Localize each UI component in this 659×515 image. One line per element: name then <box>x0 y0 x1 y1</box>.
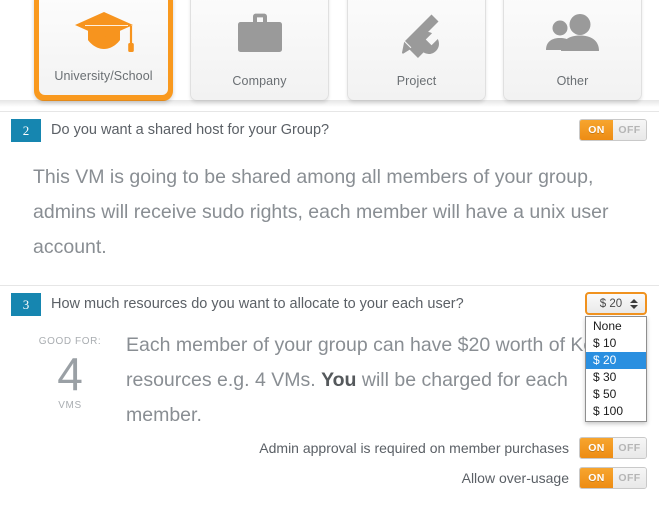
section-resource-allocation: 3 How much resources do you want to allo… <box>0 285 659 493</box>
section-3-header: 3 How much resources do you want to allo… <box>0 286 659 322</box>
resource-summary: GOOD FOR: 4 VMS Each member of your grou… <box>0 322 659 433</box>
resource-allocation-select[interactable]: $ 20 <box>585 292 647 315</box>
over-usage-label: Allow over-usage <box>461 470 569 486</box>
section-3-question: How much resources do you want to alloca… <box>51 296 464 312</box>
select-option[interactable]: $ 50 <box>586 386 646 403</box>
section-2-header: 2 Do you want a shared host for your Gro… <box>0 112 659 148</box>
resource-allocation-option-list[interactable]: None $ 10 $ 20 $ 30 $ 50 $ 100 <box>585 316 647 422</box>
shared-host-description: This VM is going to be shared among all … <box>33 166 609 258</box>
admin-approval-row: Admin approval is required on member pur… <box>0 433 659 463</box>
section-shared-host: 2 Do you want a shared host for your Gro… <box>0 111 659 285</box>
card-inner: University/School <box>39 0 168 95</box>
toggle-off-segment[interactable]: OFF <box>613 120 646 140</box>
admin-approval-toggle[interactable]: ON OFF <box>579 437 647 459</box>
group-type-label: Project <box>396 73 437 88</box>
select-option[interactable]: $ 30 <box>586 369 646 386</box>
card-inner: Company <box>191 0 328 100</box>
section-number-badge: 3 <box>11 292 41 316</box>
toggle-on-segment[interactable]: ON <box>580 438 613 458</box>
graduation-cap-icon <box>39 0 168 70</box>
section-number-badge: 2 <box>11 118 41 142</box>
group-type-label: Company <box>232 73 287 88</box>
resource-description-paragraph: Each member of your group can have $20 w… <box>126 328 637 433</box>
resource-description: Each member of your group can have $20 w… <box>118 328 637 433</box>
toggle-off-segment[interactable]: OFF <box>613 468 646 488</box>
toggle-on-segment[interactable]: ON <box>580 120 613 140</box>
group-type-card-project[interactable]: Project <box>347 0 486 101</box>
shared-host-toggle[interactable]: ON OFF <box>579 119 647 141</box>
admin-approval-label: Admin approval is required on member pur… <box>259 440 569 456</box>
group-type-label: University/School <box>54 68 153 83</box>
select-option-selected[interactable]: $ 20 <box>586 352 646 369</box>
section-2-question: Do you want a shared host for your Group… <box>51 122 330 138</box>
over-usage-row: Allow over-usage ON OFF <box>0 463 659 493</box>
toggle-off-segment[interactable]: OFF <box>613 438 646 458</box>
chevron-updown-icon <box>630 298 638 309</box>
group-type-label: Other <box>556 73 589 88</box>
resource-allocation-select-area: $ 20 None $ 10 $ 20 $ 30 $ 50 $ 100 <box>585 292 647 422</box>
good-for-count: 4 <box>57 348 83 400</box>
over-usage-toggle[interactable]: ON OFF <box>579 467 647 489</box>
resource-text-emphasis: You <box>321 369 357 391</box>
users-icon <box>504 0 641 75</box>
good-for-block: GOOD FOR: 4 VMS <box>22 328 118 412</box>
select-option[interactable]: $ 100 <box>586 403 646 420</box>
good-for-unit: VMS <box>58 400 82 411</box>
section-2-body: This VM is going to be shared among all … <box>0 148 659 285</box>
wrench-screwdriver-icon <box>348 0 485 75</box>
card-inner: Other <box>504 0 641 100</box>
group-type-card-row: University/School Company Project Other <box>0 0 659 111</box>
briefcase-icon <box>191 0 328 75</box>
good-for-label: GOOD FOR: <box>38 336 102 347</box>
group-type-card-company[interactable]: Company <box>190 0 329 101</box>
select-option[interactable]: None <box>586 318 646 335</box>
select-option[interactable]: $ 10 <box>586 335 646 352</box>
group-type-card-other[interactable]: Other <box>503 0 642 101</box>
select-value: $ 20 <box>599 297 623 310</box>
toggle-on-segment[interactable]: ON <box>580 468 613 488</box>
group-type-card-university[interactable]: University/School <box>34 0 173 101</box>
card-inner: Project <box>348 0 485 100</box>
